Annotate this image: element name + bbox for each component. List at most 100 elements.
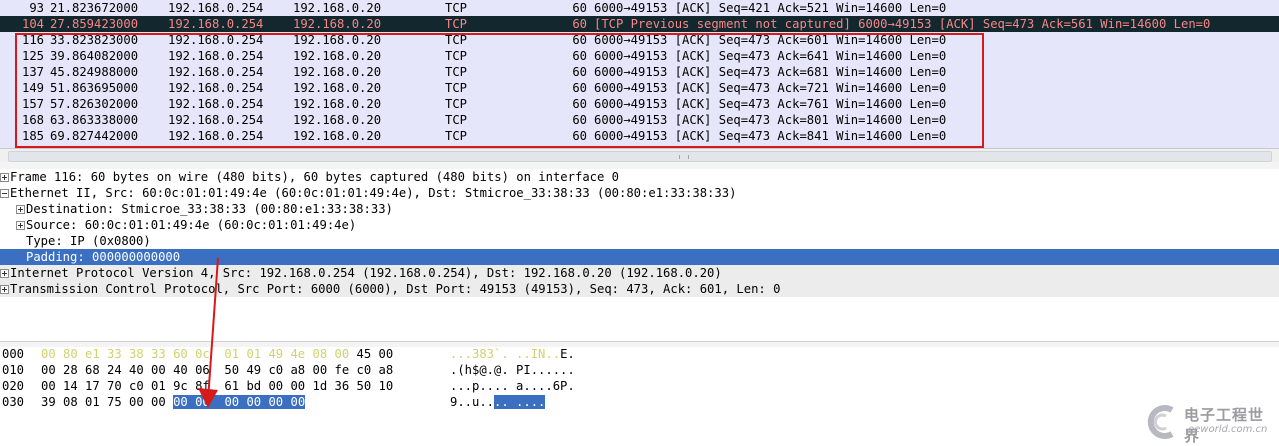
packet-dst-cell: 192.168.0.20 (293, 113, 382, 127)
packet-info-cell: 6000→49153 [ACK] Seq=473 Ack=841 Win=146… (594, 129, 947, 143)
scrollbar-thumb[interactable] (8, 151, 1272, 162)
bytes-offset: 030 (2, 395, 25, 409)
eeworld-logo-icon (1147, 405, 1174, 439)
packet-no-cell: 116 (21, 33, 44, 47)
packet-len-cell: 60 (572, 97, 587, 111)
bytes-offset: 020 (2, 379, 25, 393)
bytes-row[interactable]: 020 00 14 17 70 c0 01 9c 8f 61 bd 00 00 1… (0, 379, 1279, 394)
packet-time-cell: 39.864082000 (50, 49, 139, 63)
detail-tree-label: Destination: Stmicroe_33:38:33 (00:80:e1… (26, 202, 393, 216)
packet-row[interactable]: 137 45.824988000 192.168.0.254 192.168.0.20… (0, 64, 1279, 80)
packet-len-cell: 60 (572, 81, 587, 95)
bytes-hex[interactable]: 00 28 68 24 40 00 40 06 50 49 c0 a8 00 f… (41, 363, 393, 378)
bytes-ascii[interactable]: ...383`. ..IN..E. (450, 347, 575, 362)
detail-tree-item[interactable]: Source: 60:0c:01:01:49:4e (60:0c:01:01:4… (0, 217, 1279, 233)
bytes-hex[interactable]: 00 80 e1 33 38 33 60 0c 01 01 49 4e 08 0… (41, 347, 393, 362)
packet-dst-cell: 192.168.0.20 (293, 97, 382, 111)
expand-icon[interactable] (0, 285, 9, 294)
bytes-ascii[interactable]: .(h$@.@. PI...... (450, 363, 575, 378)
detail-tree-label: Ethernet II, Src: 60:0c:01:01:49:4e (60:… (10, 186, 737, 200)
packet-time-cell: 63.863338000 (50, 113, 139, 127)
detail-tree-item[interactable]: Ethernet II, Src: 60:0c:01:01:49:4e (60:… (0, 185, 1279, 201)
ascii-segment: .(h$@.@. PI...... (450, 363, 575, 377)
detail-tree-item[interactable]: Transmission Control Protocol, Src Port:… (0, 281, 1279, 297)
packet-row[interactable]: 168 63.863338000 192.168.0.254 192.168.0.20… (0, 112, 1279, 128)
ascii-segment: ...383`. ..IN.. (450, 347, 561, 361)
packet-src-cell: 192.168.0.254 (168, 33, 264, 47)
bytes-row[interactable]: 000 00 80 e1 33 38 33 60 0c 01 01 49 4e 0… (0, 347, 1279, 362)
packet-src-cell: 192.168.0.254 (168, 65, 264, 79)
packet-proto-cell: TCP (445, 33, 468, 47)
packet-no-cell: 93 (29, 1, 44, 15)
detail-tree-item[interactable]: Type: IP (0x0800) (0, 233, 1279, 249)
collapse-icon[interactable] (0, 189, 9, 198)
hex-segment: 00 00 00 00 00 00 (173, 395, 306, 409)
detail-tree-label: Internet Protocol Version 4, Src: 192.16… (10, 266, 722, 280)
packet-row[interactable]: 93 21.823672000 192.168.0.254 192.168.0.20 T… (0, 0, 1279, 16)
packet-info-cell: [TCP Previous segment not captured] 6000… (594, 17, 1211, 31)
packet-bytes-pane[interactable]: 000 00 80 e1 33 38 33 60 0c 01 01 49 4e 0… (0, 347, 1279, 444)
packet-len-cell: 60 (572, 1, 587, 15)
packet-proto-cell: TCP (445, 49, 468, 63)
packet-src-cell: 192.168.0.254 (168, 81, 264, 95)
watermark-en-text: eeworld.com.cn (1188, 424, 1268, 435)
packet-no-cell: 168 (21, 113, 44, 127)
expand-icon[interactable] (16, 221, 25, 230)
bytes-hex[interactable]: 39 08 01 75 00 00 00 00 00 00 00 00 (41, 395, 306, 410)
horizontal-scrollbar[interactable] (0, 148, 1279, 163)
packet-row[interactable]: 116 33.823823000 192.168.0.254 192.168.0.20… (0, 32, 1279, 48)
packet-details-tree[interactable]: Frame 116: 60 bytes on wire (480 bits), … (0, 169, 1279, 341)
packet-src-cell: 192.168.0.254 (168, 49, 264, 63)
hex-segment: 00 28 68 24 40 00 40 06 50 49 c0 a8 00 f… (41, 363, 394, 377)
packet-row[interactable]: 185 69.827442000 192.168.0.254 192.168.0.20… (0, 128, 1279, 144)
packet-src-cell: 192.168.0.254 (168, 129, 264, 143)
watermark-logo: 电子工程世界 eeworld.com.cn (1142, 402, 1276, 445)
bytes-row[interactable]: 010 00 28 68 24 40 00 40 06 50 49 c0 a8 0… (0, 363, 1279, 378)
detail-tree-item[interactable]: Internet Protocol Version 4, Src: 192.16… (0, 265, 1279, 281)
ascii-segment: 9..u.. (450, 395, 495, 409)
bytes-ascii[interactable]: 9..u.... .... (450, 395, 546, 410)
packet-row[interactable]: 149 51.863695000 192.168.0.254 192.168.0.20… (0, 80, 1279, 96)
expand-icon[interactable] (0, 173, 9, 182)
detail-tree-label: Frame 116: 60 bytes on wire (480 bits), … (10, 170, 620, 184)
packet-row[interactable]: 104 27.859423000 192.168.0.254 192.168.0.20… (0, 16, 1279, 32)
packet-info-cell: 6000→49153 [ACK] Seq=473 Ack=761 Win=146… (594, 97, 947, 111)
packet-proto-cell: TCP (445, 113, 468, 127)
detail-tree-label: Transmission Control Protocol, Src Port:… (10, 282, 781, 296)
packet-no-cell: 157 (21, 97, 44, 111)
packet-dst-cell: 192.168.0.20 (293, 33, 382, 47)
packet-time-cell: 45.824988000 (50, 65, 139, 79)
packet-dst-cell: 192.168.0.20 (293, 81, 382, 95)
detail-tree-label: Source: 60:0c:01:01:49:4e (60:0c:01:01:4… (26, 218, 357, 232)
packet-proto-cell: TCP (445, 1, 468, 15)
packet-src-cell: 192.168.0.254 (168, 97, 264, 111)
detail-tree-item[interactable]: Padding: 000000000000 (0, 249, 1279, 265)
hex-segment: 00 80 e1 33 38 33 60 0c 01 01 49 4e 08 0… (41, 347, 350, 361)
packet-src-cell: 192.168.0.254 (168, 1, 264, 15)
bytes-hex[interactable]: 00 14 17 70 c0 01 9c 8f 61 bd 00 00 1d 3… (41, 379, 393, 394)
bytes-ascii[interactable]: ...p.... a....6P. (450, 379, 575, 394)
detail-tree-item[interactable]: Frame 116: 60 bytes on wire (480 bits), … (0, 169, 1279, 185)
expand-icon[interactable] (0, 269, 9, 278)
ascii-segment: .. .... (494, 395, 546, 409)
hex-segment: 45 00 (349, 347, 394, 361)
packet-row[interactable]: 157 57.826302000 192.168.0.254 192.168.0.20… (0, 96, 1279, 112)
packet-no-cell: 104 (21, 17, 44, 31)
packet-dst-cell: 192.168.0.20 (293, 49, 382, 63)
bytes-offset: 010 (2, 363, 25, 377)
packet-time-cell: 33.823823000 (50, 33, 139, 47)
bytes-offset: 000 (2, 347, 25, 361)
expand-icon[interactable] (16, 205, 25, 214)
packet-src-cell: 192.168.0.254 (168, 113, 264, 127)
packet-info-cell: 6000→49153 [ACK] Seq=473 Ack=801 Win=146… (594, 113, 947, 127)
packet-proto-cell: TCP (445, 81, 468, 95)
detail-tree-item[interactable]: Destination: Stmicroe_33:38:33 (00:80:e1… (0, 201, 1279, 217)
packet-no-cell: 125 (21, 49, 44, 63)
packet-time-cell: 21.823672000 (50, 1, 139, 15)
packet-row[interactable]: 125 39.864082000 192.168.0.254 192.168.0.20… (0, 48, 1279, 64)
packet-info-cell: 6000→49153 [ACK] Seq=473 Ack=641 Win=146… (594, 49, 947, 63)
packet-proto-cell: TCP (445, 65, 468, 79)
bytes-row[interactable]: 030 39 08 01 75 00 00 00 00 00 00 00 00 9.… (0, 395, 1279, 410)
packet-list[interactable]: 93 21.823672000 192.168.0.254 192.168.0.20 T… (0, 0, 1279, 148)
packet-time-cell: 27.859423000 (50, 17, 139, 31)
